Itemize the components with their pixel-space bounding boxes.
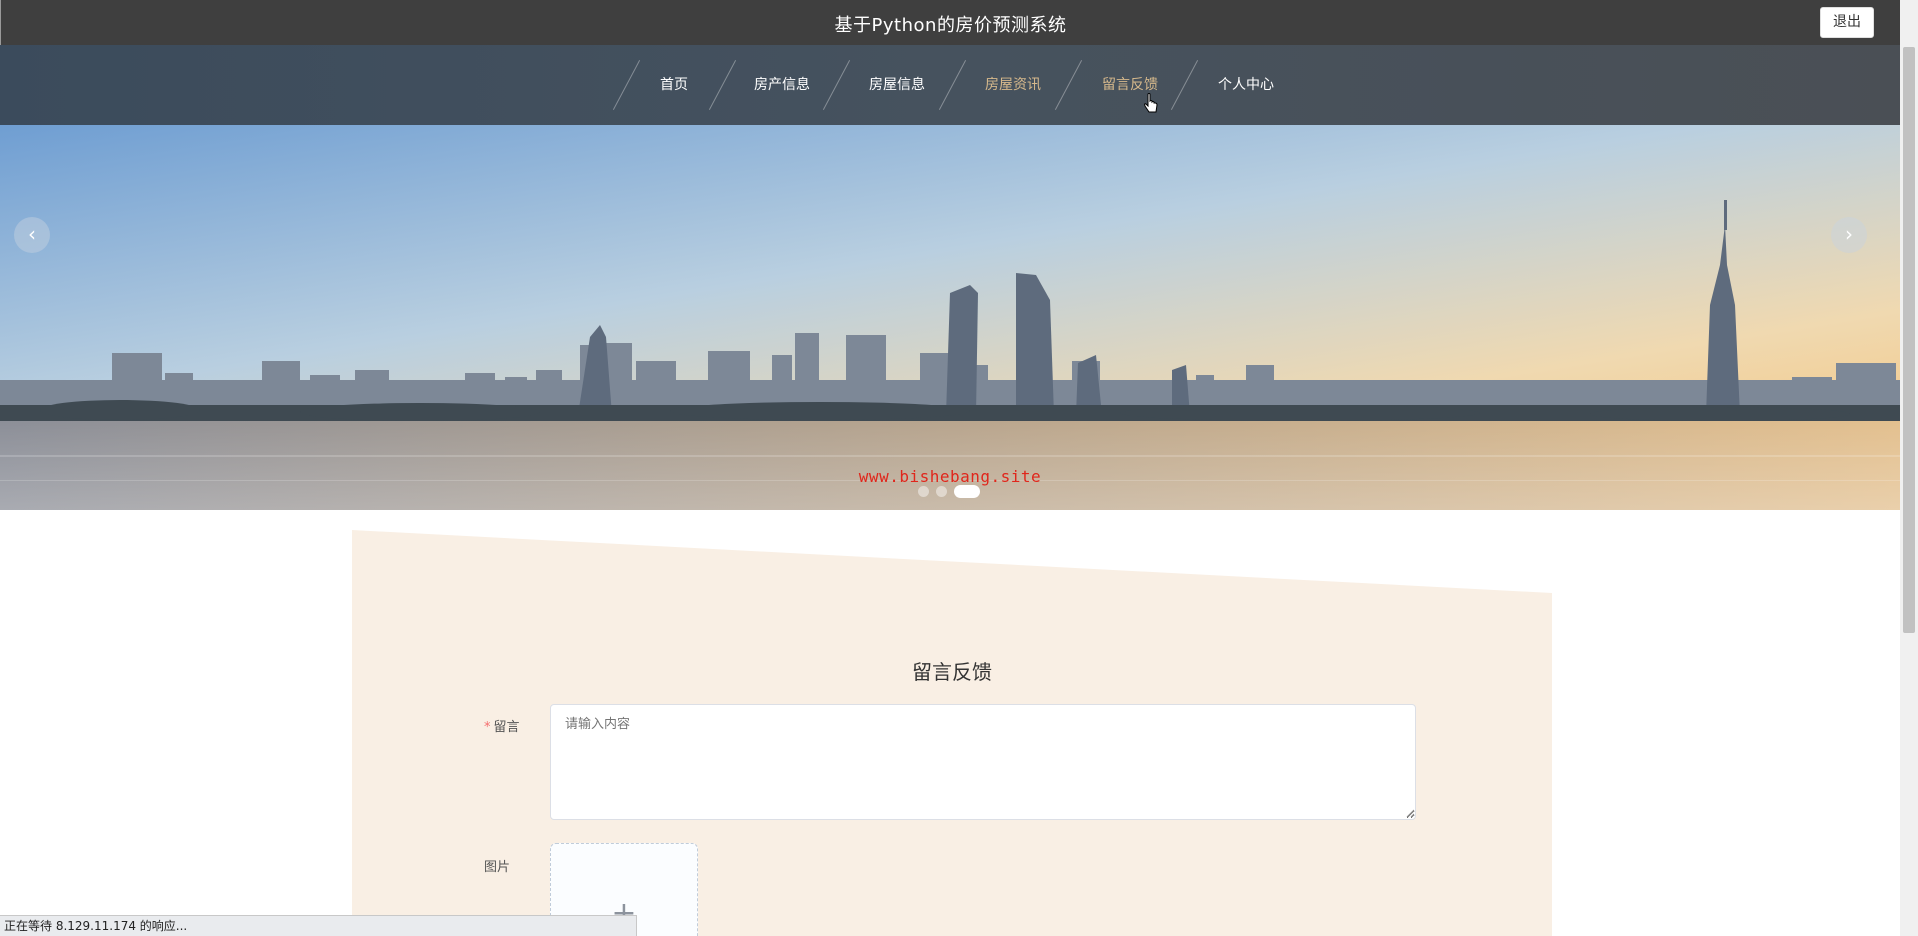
main-nav: 首页 房产信息 房屋信息 房屋资讯 留言反馈 个人中心 — [0, 45, 1900, 125]
scrollbar[interactable] — [1900, 0, 1918, 936]
chevron-right-icon: › — [1845, 222, 1853, 246]
nav-item-user-center[interactable]: 个人中心 — [1218, 45, 1274, 125]
nav-divider — [1054, 60, 1083, 110]
skyline-banner-image — [0, 125, 1900, 510]
nav-divider — [938, 60, 967, 110]
banner-carousel: ‹ › www.bishebang.site — [0, 125, 1900, 510]
resize-grip-icon[interactable] — [1405, 808, 1415, 818]
watermark-text: www.bishebang.site — [858, 467, 1042, 486]
message-textarea[interactable] — [550, 704, 1416, 820]
carousel-dot[interactable] — [918, 486, 929, 497]
nav-divider — [822, 60, 851, 110]
message-label: * 留言 — [484, 716, 520, 735]
browser-status-bar: 正在等待 8.129.11.174 的响应... — [0, 915, 637, 936]
carousel-dot-active[interactable] — [954, 485, 980, 498]
top-bar: 基于Python的房价预测系统 退出 — [0, 0, 1900, 45]
scrollbar-thumb[interactable] — [1903, 47, 1915, 633]
nav-divider — [1170, 60, 1199, 110]
carousel-dot[interactable] — [936, 486, 947, 497]
nav-item-property-info[interactable]: 房产信息 — [754, 45, 810, 125]
page: 基于Python的房价预测系统 退出 首页 房产信息 房屋信息 房屋资讯 留言反… — [0, 0, 1918, 936]
site-title: 基于Python的房价预测系统 — [834, 15, 1067, 36]
message-label-text: 留言 — [493, 720, 520, 735]
mouse-cursor-icon — [1144, 93, 1158, 113]
required-mark: * — [484, 720, 491, 735]
nav-item-house-info[interactable]: 房屋信息 — [869, 45, 925, 125]
carousel-prev-button[interactable]: ‹ — [14, 217, 50, 253]
nav-divider — [708, 60, 737, 110]
nav-item-home[interactable]: 首页 — [660, 45, 688, 125]
form-title: 留言反馈 — [912, 660, 992, 684]
nav-divider — [612, 60, 641, 110]
chevron-left-icon: ‹ — [28, 222, 36, 246]
nav-item-house-news[interactable]: 房屋资讯 — [985, 45, 1041, 125]
carousel-next-button[interactable]: › — [1831, 217, 1867, 253]
image-label: 图片 — [484, 860, 511, 875]
logout-button[interactable]: 退出 — [1820, 7, 1874, 38]
